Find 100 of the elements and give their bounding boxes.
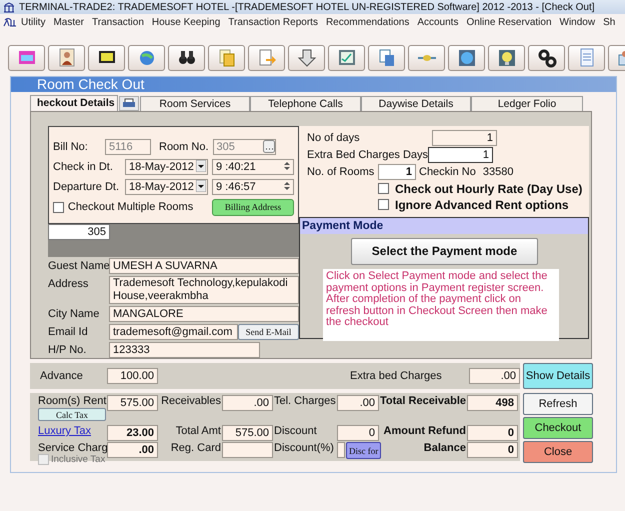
- section-header: Payment Mode: [300, 218, 588, 234]
- amount-field[interactable]: .00: [107, 442, 158, 458]
- room-number-field[interactable]: 305: [212, 139, 276, 155]
- checkin-number: 33580: [482, 166, 514, 178]
- date-field[interactable]: 18-May-2012: [125, 179, 208, 195]
- toolbar-button[interactable]: [528, 45, 565, 71]
- app-logo-icon: [3, 2, 15, 12]
- bill-number-field[interactable]: 5116: [105, 139, 151, 155]
- text-field[interactable]: 123333: [109, 342, 260, 358]
- field-label: Reg. Card: [170, 442, 221, 454]
- plug-icon: [416, 54, 436, 62]
- menu-item[interactable]: Utility: [17, 16, 50, 28]
- field-label: H/P No.: [48, 343, 88, 358]
- checkbox-label: Inclusive Tax: [51, 454, 106, 465]
- menu-item[interactable]: Accounts: [413, 16, 462, 28]
- field-label: Email Id: [48, 325, 89, 340]
- tab[interactable]: heckout Details: [30, 95, 118, 111]
- amount-field[interactable]: 0: [467, 442, 518, 458]
- field-label: Address: [48, 277, 90, 292]
- checkbox[interactable]: [53, 202, 64, 212]
- date-field[interactable]: 18-May-2012: [125, 159, 208, 175]
- amount-field[interactable]: [222, 442, 273, 458]
- panel-title: Room Check Out: [11, 77, 616, 92]
- select-payment-button[interactable]: Select the Payment mode: [351, 238, 538, 265]
- billing-address-button[interactable]: Billing Address: [212, 198, 294, 216]
- action-button[interactable]: Checkout: [523, 417, 593, 439]
- field-label: Tel. Charges: [274, 395, 336, 407]
- rooms-count-field[interactable]: 1: [378, 164, 416, 180]
- menu-item[interactable]: Transaction Reports: [224, 16, 322, 28]
- toolbar-button[interactable]: [88, 45, 125, 71]
- tab[interactable]: Ledger Folio: [471, 96, 583, 111]
- menu-item[interactable]: Sh: [599, 16, 620, 28]
- field-label: No. of Rooms: [307, 166, 375, 178]
- spinner-icon: [282, 160, 292, 172]
- amount-field[interactable]: 575.00: [107, 395, 158, 411]
- toolbar-button[interactable]: [168, 45, 205, 71]
- checkbox-label: Checkout Multiple Rooms: [68, 201, 194, 213]
- down-arrow-icon: [296, 47, 318, 69]
- field-label: Guest Name: [48, 259, 109, 274]
- toolbar-button[interactable]: [48, 45, 85, 71]
- time-field[interactable]: 9 :40:21: [212, 159, 294, 175]
- print-button[interactable]: [119, 96, 139, 111]
- amount-field[interactable]: 0: [467, 425, 518, 441]
- amount-field[interactable]: 498: [467, 395, 518, 411]
- menu-item[interactable]: House Keeping: [148, 16, 224, 28]
- spinner-icon: [282, 180, 292, 192]
- menu-item[interactable]: Master: [49, 16, 88, 28]
- amount-field[interactable]: 575.00: [222, 425, 273, 441]
- field-label: Advance: [40, 370, 84, 382]
- tab[interactable]: Daywise Details: [361, 96, 471, 111]
- field-label: Extra bed Charges: [350, 370, 443, 382]
- checkbox[interactable]: [378, 183, 389, 194]
- field-label: Amount Refund: [384, 425, 466, 437]
- menu-item[interactable]: Recommendations: [322, 16, 414, 28]
- field-label: Room(s) Rent: [38, 395, 106, 407]
- action-button[interactable]: Show Details: [523, 363, 593, 389]
- field-label: Service Charg: [38, 442, 108, 454]
- extra-bed-days-field[interactable]: 1: [428, 147, 493, 163]
- amount-field[interactable]: 23.00: [107, 425, 158, 441]
- amount-field[interactable]: 0: [337, 425, 379, 441]
- menu-item[interactable]: Transaction: [88, 16, 148, 28]
- text-field[interactable]: UMESH A SUVARNA: [109, 258, 299, 274]
- field-label: Departure Dt.: [53, 181, 120, 193]
- field-label: Balance: [424, 442, 466, 454]
- extra-bed-charges-field[interactable]: .00: [469, 368, 520, 384]
- tab[interactable]: Telephone Calls: [250, 96, 361, 111]
- text-field[interactable]: MANGALORE: [109, 306, 299, 322]
- action-button[interactable]: Refresh: [523, 393, 593, 415]
- field-label: City Name: [48, 307, 100, 322]
- field-label: Bill No:: [53, 141, 89, 153]
- send-email-button[interactable]: Send E-Mail: [238, 324, 299, 340]
- checkbox[interactable]: [378, 199, 389, 210]
- room-list-item[interactable]: 305: [48, 224, 110, 240]
- field-label: Room No.: [159, 141, 209, 153]
- tab[interactable]: Room Services: [140, 96, 250, 111]
- field-label: Total Receivable: [380, 395, 466, 407]
- field-label: Extra Bed Charges Days: [307, 149, 428, 161]
- field-label: Total Amt: [176, 425, 221, 437]
- menu-item[interactable]: Window: [556, 16, 600, 28]
- field-label: No of days: [307, 132, 361, 144]
- field-label: Check in Dt.: [53, 161, 114, 173]
- instruction-note: Click on Select Payment mode and select the payment options in Payment register screen. After completion of the payment click on refresh button in Checkout Screen then make the checkout: [323, 269, 559, 341]
- checkbox-label: Check out Hourly Rate (Day Use): [395, 182, 582, 196]
- time-field[interactable]: 9 :46:57: [212, 179, 294, 195]
- amount-field[interactable]: .00: [337, 395, 379, 411]
- calc-tax-button[interactable]: Calc Tax: [38, 408, 106, 421]
- field-label: Checkin No: [419, 166, 476, 178]
- days-field[interactable]: 1: [432, 130, 497, 146]
- menu-item[interactable]: Online Reservation: [462, 16, 556, 28]
- toolbar-button[interactable]: [288, 45, 325, 71]
- amount-field[interactable]: .00: [222, 395, 273, 411]
- amount-field[interactable]: [337, 442, 345, 458]
- advance-field[interactable]: 100.00: [107, 368, 158, 384]
- link[interactable]: Luxury Tax: [38, 425, 91, 437]
- action-button[interactable]: Close: [523, 441, 593, 463]
- discount-button[interactable]: Disc for: [346, 442, 382, 459]
- gears-icon: [536, 47, 558, 69]
- text-field[interactable]: trademesoft@gmail.com: [109, 324, 238, 340]
- app-logo-icon: [3, 16, 17, 28]
- address-field[interactable]: Trademesoft Technology,kepulakodi House,veerakmbha: [109, 276, 299, 304]
